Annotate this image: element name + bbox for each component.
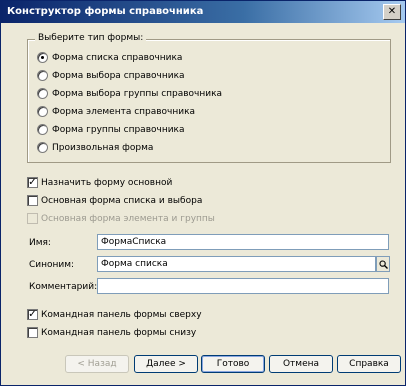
checkbox[interactable] <box>27 327 38 338</box>
checkbox-label: Командная панель формы сверху <box>41 309 202 320</box>
radio-label: Форма выбора группы справочника <box>52 88 223 99</box>
radio-button[interactable] <box>37 52 48 63</box>
main-form-checkbox[interactable]: ✓ Назначить форму основной <box>27 177 172 188</box>
radio-label: Форма списка справочника <box>52 52 183 63</box>
radio-button[interactable] <box>37 88 48 99</box>
checkbox[interactable]: ✓ <box>27 309 38 320</box>
cancel-button[interactable]: Отмена <box>269 355 333 373</box>
radio-element-form[interactable]: Форма элемента справочника <box>37 106 195 117</box>
synonym-label: Синоним: <box>29 260 75 270</box>
radio-custom-form[interactable]: Произвольная форма <box>37 142 153 153</box>
radio-button[interactable] <box>37 106 48 117</box>
checkbox[interactable]: ✓ <box>27 177 38 188</box>
help-button[interactable]: Справка <box>337 355 401 373</box>
title-bar: Конструктор формы справочника ✕ <box>1 1 405 23</box>
radio-label: Произвольная форма <box>52 142 154 153</box>
back-button: < Назад <box>65 355 129 373</box>
name-label: Имя: <box>29 238 51 248</box>
radio-button[interactable] <box>37 142 48 153</box>
comment-label: Комментарий: <box>29 282 98 292</box>
radio-choice-form[interactable]: Форма выбора справочника <box>37 70 185 81</box>
bottom-panel-checkbox[interactable]: Командная панель формы снизу <box>27 327 196 338</box>
window-title: Конструктор формы справочника <box>7 6 204 17</box>
comment-field[interactable] <box>97 278 389 294</box>
checkbox-label: Назначить форму основной <box>41 177 173 188</box>
name-field[interactable]: ФормаСписка <box>97 234 389 250</box>
checkbox-label: Основная форма списка и выбора <box>41 195 203 206</box>
checkbox[interactable] <box>27 195 38 206</box>
radio-button[interactable] <box>37 124 48 135</box>
close-icon[interactable]: ✕ <box>383 4 401 20</box>
checkbox-label: Командная панель формы снизу <box>41 327 197 338</box>
main-element-group-checkbox: Основная форма элемента и группы <box>27 213 215 224</box>
next-button[interactable]: Далее > <box>134 355 198 373</box>
top-panel-checkbox[interactable]: ✓ Командная панель формы сверху <box>27 309 202 320</box>
main-list-select-checkbox[interactable]: Основная форма списка и выбора <box>27 195 202 206</box>
form-type-label: Выберите тип формы: <box>35 33 147 43</box>
radio-label: Форма выбора справочника <box>52 70 185 81</box>
radio-label: Форма элемента справочника <box>52 106 196 117</box>
radio-button[interactable] <box>37 70 48 81</box>
radio-list-form[interactable]: Форма списка справочника <box>37 52 182 63</box>
radio-label: Форма группы справочника <box>52 124 185 135</box>
checkbox <box>27 213 38 224</box>
search-icon[interactable] <box>376 256 390 272</box>
radio-group-choice-form[interactable]: Форма выбора группы справочника <box>37 88 222 99</box>
synonym-field[interactable]: Форма списка <box>97 256 376 272</box>
checkbox-label: Основная форма элемента и группы <box>41 213 215 224</box>
finish-button[interactable]: Готово <box>201 355 265 373</box>
radio-group-form[interactable]: Форма группы справочника <box>37 124 185 135</box>
form-constructor-dialog: Конструктор формы справочника ✕ Выберите… <box>0 0 406 386</box>
